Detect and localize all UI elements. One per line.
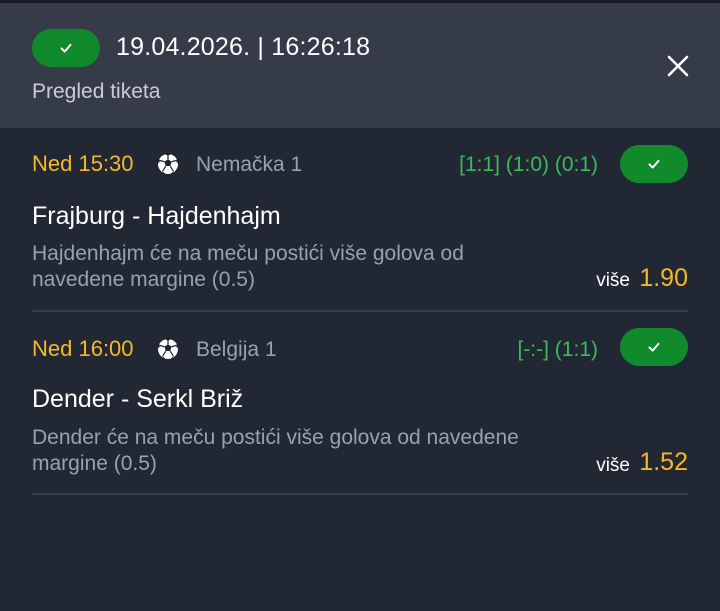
ticket-event: Ned 16:00 Belgija 1 [-:-] (1:1) Dender -…: [32, 328, 688, 488]
event-league: Belgija 1: [196, 338, 277, 361]
event-pick: više: [596, 270, 630, 291]
event-time: Ned 15:30: [32, 151, 134, 176]
close-button[interactable]: [660, 48, 696, 84]
event-score: [-:-] (1:1): [517, 338, 598, 361]
ticket-title: Pregled tiketa: [32, 80, 161, 103]
event-odds: 1.52: [639, 448, 688, 476]
check-icon: [60, 43, 72, 53]
event-match-name: Frajburg - Hajdenhajm: [32, 202, 281, 230]
event-market: Dender će na meču postići više golova od…: [32, 426, 519, 475]
divider: [32, 310, 688, 312]
event-status-badge: [620, 145, 688, 183]
ticket-header: 19.04.2026. | 16:26:18 Pregled tiketa: [0, 3, 720, 128]
ticket-event: Ned 15:30 Nemačka 1 [1:1] (1:0) (0:1) Fr…: [32, 145, 688, 305]
close-icon: [667, 55, 689, 77]
ticket-status-badge: [32, 29, 100, 67]
event-pick: više: [596, 455, 630, 476]
event-odds: 1.90: [639, 264, 688, 292]
event-time: Ned 16:00: [32, 336, 134, 361]
event-market: Hajdenhajm će na meču postići više golov…: [32, 242, 464, 291]
event-status-badge: [620, 328, 688, 366]
check-icon: [648, 342, 660, 352]
event-league: Nemačka 1: [196, 153, 303, 176]
event-match-name: Dender - Serkl Briž: [32, 385, 244, 413]
divider: [32, 493, 688, 495]
ticket-datetime: 19.04.2026. | 16:26:18: [116, 33, 371, 61]
soccer-ball-icon: [157, 338, 179, 360]
soccer-ball-icon: [157, 153, 179, 175]
event-score: [1:1] (1:0) (0:1): [459, 153, 598, 176]
check-icon: [648, 159, 660, 169]
